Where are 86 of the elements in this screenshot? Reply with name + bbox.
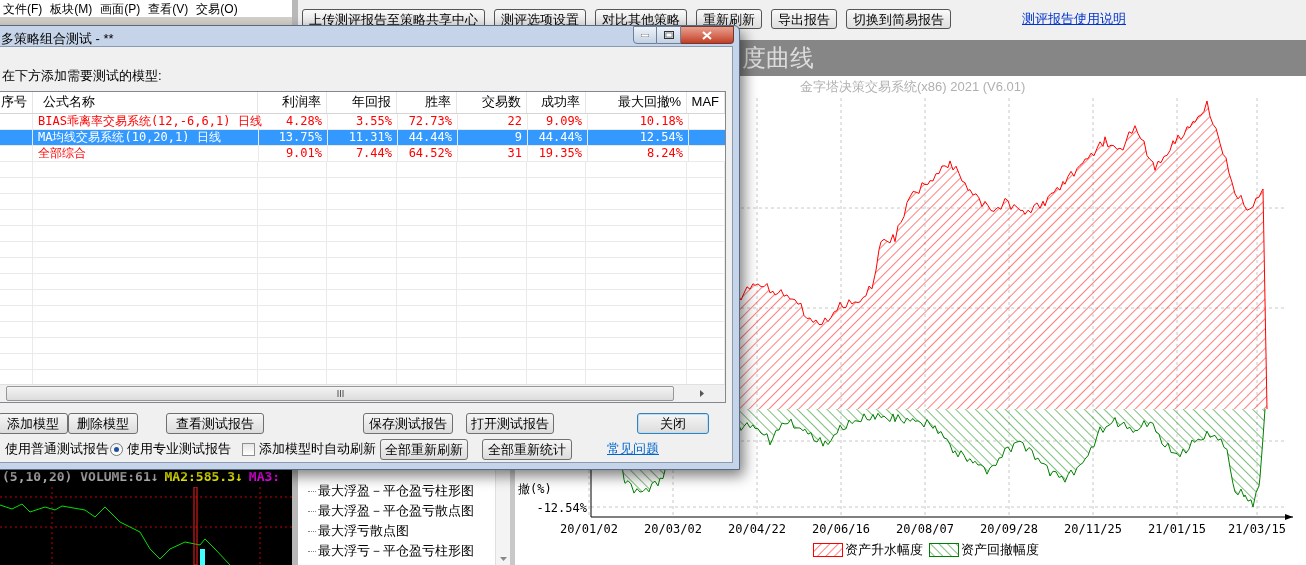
axis-tick-label: -12.54% (536, 501, 587, 515)
axis-tick-label: 21/01/15 (1148, 522, 1206, 536)
menu-item[interactable]: 文件(F) (3, 0, 43, 18)
table-cell: 3.55% (355, 113, 392, 130)
table-cell: 72.73% (408, 113, 452, 130)
axis-tick-label: 20/11/25 (1064, 522, 1122, 536)
column-header[interactable]: 年回报 (351, 92, 391, 112)
table-cell-text: 9.01% (285, 145, 322, 162)
table-cell-text: 12.54% (639, 129, 683, 146)
table-cell-text: 11.31% (348, 129, 392, 146)
dialog-button[interactable]: 删除模型 (68, 412, 138, 434)
dialog-button[interactable]: 打开测试报告 (466, 412, 554, 434)
column-header[interactable]: 胜率 (424, 92, 451, 112)
legend-label: 资产回撤幅度 (960, 541, 1039, 559)
column-header[interactable]: 成功率 (541, 92, 581, 112)
table-cell: 10.18% (639, 113, 683, 130)
axis-label: 撤(%) (518, 482, 552, 496)
toolbar-button[interactable]: 导出报告 (771, 9, 837, 29)
minimize-button[interactable] (633, 26, 657, 44)
radio-label: 使用专业测试报告 (127, 440, 231, 459)
dialog-button[interactable]: 全部重新统计 (482, 438, 572, 460)
radio-button[interactable] (110, 442, 123, 456)
tree-item[interactable]: 最大浮亏散点图 (318, 521, 409, 541)
tree-item[interactable]: 最大浮亏－平仓盈亏柱形图 (318, 541, 474, 561)
scroll-down-icon[interactable] (499, 557, 507, 561)
table-cell-text: 44.44% (408, 129, 452, 146)
toolbar-button[interactable]: 切换到简易报告 (846, 9, 951, 29)
table-cell-text: 8.24% (646, 145, 683, 162)
dialog-button[interactable]: 保存测试报告 (363, 412, 453, 434)
indicator-label: MA2:585.3↓ (164, 468, 243, 486)
dialog-button[interactable]: 添加模型 (0, 412, 68, 434)
chart-subtitle: 金字塔决策交易系统(x86) 2021 (V6.01) (800, 78, 1026, 97)
menu-item[interactable]: 交易(O) (196, 0, 238, 18)
table-cell: 9.09% (545, 113, 582, 130)
column-header[interactable]: 利润率 (282, 92, 322, 112)
axis-tick-label: 20/09/28 (980, 522, 1038, 536)
table-cell: 4.28% (285, 113, 322, 130)
indicator-label: (5,10,20) VOLUME:61↓ (2, 468, 159, 486)
scroll-right-icon[interactable] (700, 389, 704, 397)
tree-item[interactable]: 最大浮盈－平仓盈亏散点图 (318, 501, 474, 521)
checkbox[interactable] (242, 442, 255, 456)
axis-tick-label: 20/03/02 (644, 522, 702, 536)
column-header[interactable]: 最大回撤% (617, 92, 682, 112)
dialog-button[interactable]: 关闭 (637, 412, 709, 434)
menu-item[interactable]: 查看(V) (148, 0, 189, 18)
help-link[interactable]: 测评报告使用说明 (1022, 9, 1126, 29)
table-cell: 22 (507, 113, 522, 130)
table-cell-text: 31 (507, 145, 522, 162)
table-cell-text: 64.52% (408, 145, 452, 162)
axis-tick-label: 20/04/22 (728, 522, 786, 536)
column-header[interactable]: 公式名称 (42, 92, 95, 112)
axis-tick-label: 20/06/16 (812, 522, 870, 536)
legend-label: 资产升水幅度 (844, 541, 923, 559)
axis-tick-label: 20/01/02 (560, 522, 618, 536)
maximize-button[interactable] (657, 26, 681, 44)
dialog-button[interactable]: 查看测试报告 (166, 412, 264, 434)
grip-icon (336, 389, 344, 397)
close-button[interactable] (681, 26, 734, 44)
table-cell-text: 9 (514, 129, 522, 146)
scrollbar-thumb[interactable] (6, 385, 674, 401)
indicator-label: MA3: (248, 468, 281, 486)
report-title: 度曲线 (742, 43, 814, 74)
column-header[interactable]: MAF (691, 92, 719, 112)
table-cell-text: 7.44% (355, 145, 392, 162)
radio-label: 使用普通测试报告 (5, 440, 109, 459)
minimize-icon (641, 33, 649, 37)
column-header[interactable]: 序号 (1, 92, 27, 112)
menu-item[interactable]: 画面(P) (100, 0, 141, 18)
dialog-button[interactable]: 全部重新刷新 (380, 438, 468, 460)
table-cell-text: 13.75% (278, 129, 322, 146)
table-cell-text: 19.35% (538, 145, 582, 162)
close-icon (702, 30, 712, 40)
faq-link[interactable]: 常见问题 (607, 439, 659, 459)
checkbox-label: 添加模型时自动刷新 (259, 440, 376, 459)
axis-tick-label: 21/03/15 (1228, 522, 1286, 536)
axis-tick-label: 20/08/07 (896, 522, 954, 536)
maximize-icon (663, 31, 674, 39)
table-cell-text: MA均线交易系统(10,20,1) 日线 (38, 129, 221, 146)
menu-item[interactable]: 板块(M) (50, 0, 93, 18)
table-cell-text: 44.44% (538, 129, 582, 146)
column-header[interactable]: 交易数 (481, 92, 521, 112)
tree-item[interactable]: 最大浮盈－平仓盈亏柱形图 (318, 481, 474, 501)
table-cell-text: 全部综合 (38, 145, 86, 162)
prompt-text: 在下方添加需要测试的模型: (2, 67, 163, 85)
table-cell: BIAS乖离率交易系统(12,-6,6,1) 日线 (38, 113, 262, 130)
window-title: 多策略组合测试 - ** (1, 30, 114, 48)
